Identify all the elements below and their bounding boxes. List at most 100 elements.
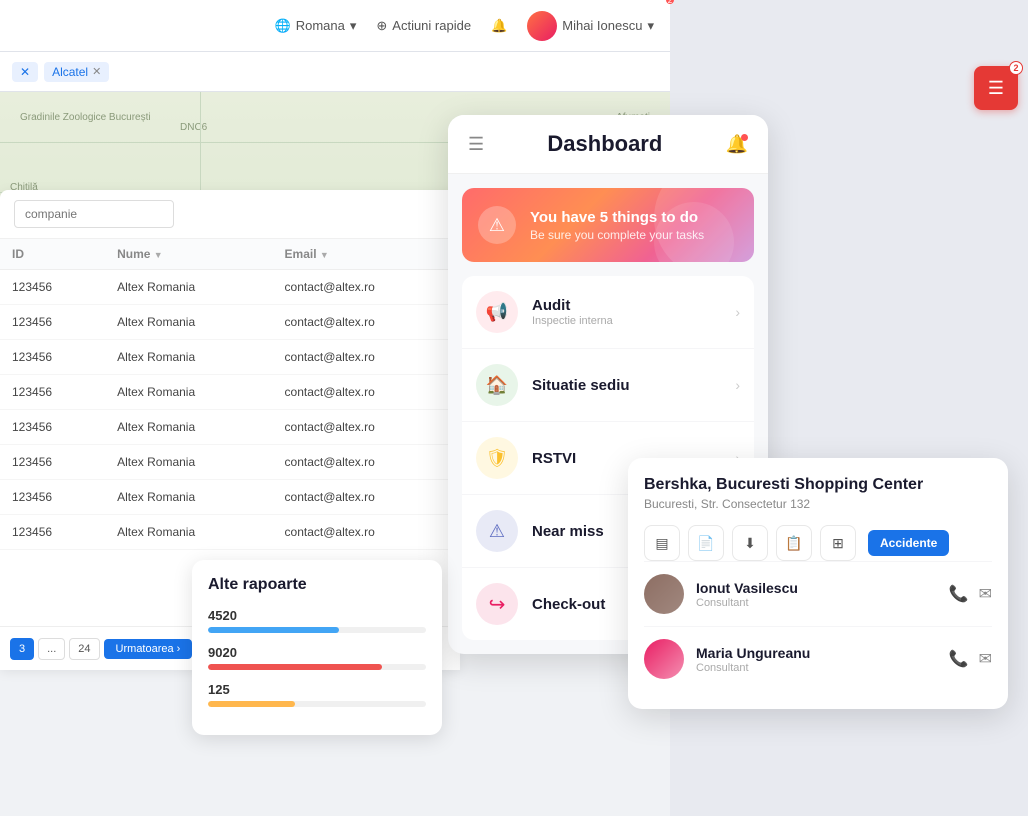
phone-icon-2[interactable]: 📞 — [949, 649, 969, 669]
cell-id: 123456 — [0, 375, 105, 410]
filter-tag-x[interactable]: ✕ — [12, 62, 38, 82]
contact-name-1: Ionut Vasilescu — [696, 580, 949, 596]
bershka-icon-4[interactable]: 📋 — [776, 525, 812, 561]
sort-arrow-name: ▼ — [154, 250, 163, 260]
checkout-text: Check-out — [532, 596, 605, 613]
situatie-chevron: › — [735, 377, 740, 393]
map-label-2: DNC6 — [180, 122, 207, 133]
cell-id: 123456 — [0, 515, 105, 550]
chevron-down-icon: ▾ — [647, 18, 654, 34]
table-row[interactable]: 123456 Altex Romania contact@altex.ro — [0, 515, 460, 550]
situatie-label: Situatie sediu — [532, 377, 630, 394]
cell-id: 123456 — [0, 340, 105, 375]
next-page-btn[interactable]: Urmatoarea › — [104, 639, 193, 659]
bershka-panel: Bershka, Bucuresti Shopping Center Bucur… — [628, 458, 1008, 709]
alert-banner[interactable]: ⚠ You have 5 things to do Be sure you co… — [462, 188, 754, 262]
top-nav: 🌐 Romana ▾ ⊕ Actiuni rapide 🔔 2 Mihai Io… — [0, 0, 670, 52]
menu-item-situatie[interactable]: 🏠 Situatie sediu › — [462, 349, 754, 422]
bershka-icon-3[interactable]: ⬇ — [732, 525, 768, 561]
contact-actions-2: 📞 ✉ — [949, 649, 992, 669]
language-selector[interactable]: 🌐 Romana ▾ — [275, 18, 357, 34]
actions-label: Actiuni rapide — [392, 18, 471, 33]
phone-icon-1[interactable]: 📞 — [949, 584, 969, 604]
contact-actions-1: 📞 ✉ — [949, 584, 992, 604]
cell-name: Altex Romania — [105, 445, 272, 480]
cell-name: Altex Romania — [105, 480, 272, 515]
alert-subtitle: Be sure you complete your tasks — [530, 228, 704, 242]
stat-row-2: 9020 — [208, 645, 426, 670]
menu-item-audit[interactable]: 📢 Audit Inspectie interna › — [462, 276, 754, 349]
quick-actions[interactable]: ⊕ Actiuni rapide — [376, 18, 471, 34]
cell-id: 123456 — [0, 445, 105, 480]
cell-name: Altex Romania — [105, 515, 272, 550]
stat-bar-fill-1 — [208, 627, 339, 633]
hamburger-icon[interactable]: ☰ — [468, 134, 484, 155]
checkout-icon-circle: ↪ — [476, 583, 518, 625]
dash-notifications[interactable]: 🔔 — [726, 134, 748, 155]
alert-warning-icon: ⚠ — [478, 206, 516, 244]
col-email[interactable]: Email ▼ — [273, 239, 460, 270]
table-row[interactable]: 123456 Altex Romania contact@altex.ro — [0, 305, 460, 340]
stat-row-1: 4520 — [208, 608, 426, 633]
bershka-icon-5[interactable]: ⊞ — [820, 525, 856, 561]
contact-info-2: Maria Ungureanu Consultant — [696, 645, 949, 674]
audit-chevron: › — [735, 304, 740, 320]
contact-row-1: Ionut Vasilescu Consultant 📞 ✉ — [644, 561, 992, 626]
accidente-button[interactable]: Accidente — [868, 530, 949, 556]
table-row[interactable]: 123456 Altex Romania contact@altex.ro — [0, 340, 460, 375]
table-row[interactable]: 123456 Altex Romania contact@altex.ro — [0, 445, 460, 480]
cell-email: contact@altex.ro — [273, 270, 460, 305]
filter-icon: ☰ — [988, 78, 1004, 99]
alert-text: You have 5 things to do Be sure you comp… — [530, 209, 704, 242]
cell-email: contact@altex.ro — [273, 445, 460, 480]
cell-email: contact@altex.ro — [273, 305, 460, 340]
table-row[interactable]: 123456 Altex Romania contact@altex.ro — [0, 270, 460, 305]
stat-value-3: 125 — [208, 682, 426, 697]
checkout-label: Check-out — [532, 596, 605, 613]
contact-role-1: Consultant — [696, 597, 949, 609]
rstvi-text: RSTVI — [532, 450, 576, 467]
bershka-icon-2[interactable]: 📄 — [688, 525, 724, 561]
contact-avatar-1 — [644, 574, 684, 614]
cell-id: 123456 — [0, 480, 105, 515]
fab-badge: 2 — [1009, 61, 1023, 75]
cell-email: contact@altex.ro — [273, 515, 460, 550]
company-search-input[interactable] — [14, 200, 174, 228]
sort-arrow-email: ▼ — [320, 250, 329, 260]
bershka-icon-1[interactable]: ▤ — [644, 525, 680, 561]
stat-bar-2 — [208, 664, 426, 670]
stat-row-3: 125 — [208, 682, 426, 707]
table-row[interactable]: 123456 Altex Romania contact@altex.ro — [0, 375, 460, 410]
notifications[interactable]: 🔔 2 — [491, 18, 507, 34]
home-icon: 🏠 — [486, 375, 508, 396]
situatie-text: Situatie sediu — [532, 377, 630, 394]
email-icon-1[interactable]: ✉ — [979, 584, 992, 604]
filter-tag-label: Alcatel — [52, 65, 88, 79]
checkout-icon: ↪ — [489, 592, 506, 617]
filter-tag-alcatel[interactable]: Alcatel ✕ — [44, 62, 109, 82]
crm-table: ID Nume ▼ Email ▼ 123456 Altex Romania c… — [0, 239, 460, 550]
page-btn-24[interactable]: 24 — [69, 638, 99, 660]
dashboard-title: Dashboard — [547, 131, 662, 157]
stat-bar-fill-3 — [208, 701, 295, 707]
page-btn-3[interactable]: 3 — [10, 638, 34, 660]
avatar — [527, 11, 557, 41]
remove-filter-icon[interactable]: ✕ — [92, 65, 101, 78]
fab-button[interactable]: ☰ 2 — [974, 66, 1018, 110]
cell-email: contact@altex.ro — [273, 480, 460, 515]
cell-email: contact@altex.ro — [273, 410, 460, 445]
table-row[interactable]: 123456 Altex Romania contact@altex.ro — [0, 480, 460, 515]
col-name[interactable]: Nume ▼ — [105, 239, 272, 270]
col-id: ID — [0, 239, 105, 270]
language-label: Romana — [296, 18, 345, 33]
email-icon-2[interactable]: ✉ — [979, 649, 992, 669]
user-menu[interactable]: Mihai Ionescu ▾ — [527, 11, 654, 41]
dash-notif-dot — [741, 134, 748, 141]
table-row[interactable]: 123456 Altex Romania contact@altex.ro — [0, 410, 460, 445]
stat-bar-fill-2 — [208, 664, 382, 670]
map-label-1: Gradinile Zoologice București — [20, 112, 151, 123]
audit-icon-circle: 📢 — [476, 291, 518, 333]
cell-id: 123456 — [0, 410, 105, 445]
contact-info-1: Ionut Vasilescu Consultant — [696, 580, 949, 609]
close-x[interactable]: ✕ — [20, 65, 30, 79]
